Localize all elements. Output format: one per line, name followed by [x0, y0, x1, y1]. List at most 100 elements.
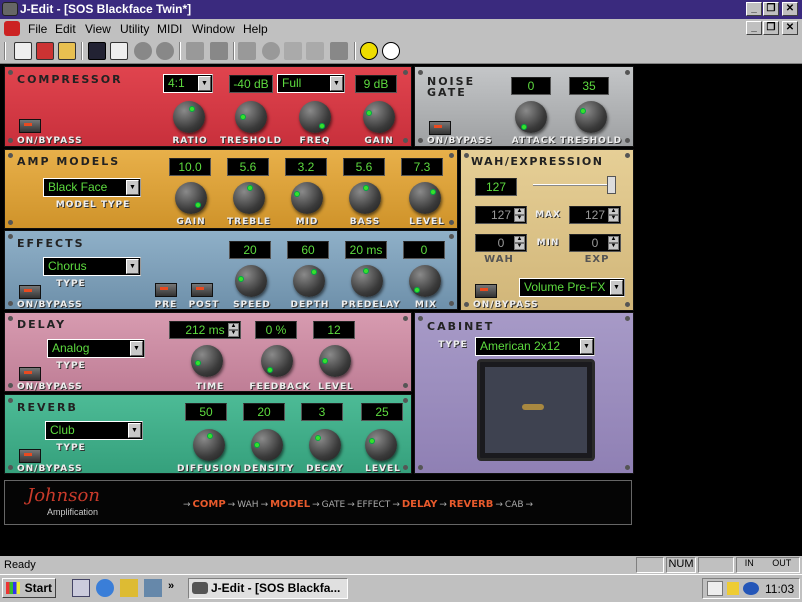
reverb-level-knob[interactable] — [365, 429, 397, 461]
volume-icon[interactable] — [727, 582, 739, 595]
compressor-bypass-switch[interactable] — [19, 119, 41, 133]
reverb-type-dropdown[interactable]: Club ▼ — [45, 421, 143, 440]
new-bank-icon[interactable] — [36, 42, 54, 60]
menu-help[interactable]: Help — [243, 22, 268, 36]
up-arrow-icon[interactable] — [330, 42, 348, 60]
taskbar-jedit-button[interactable]: J-Edit - [SOS Blackfa... — [188, 578, 348, 599]
menu-utility[interactable]: Utility — [120, 22, 149, 36]
predelay-knob[interactable] — [351, 265, 383, 297]
gate-threshold-knob[interactable] — [575, 101, 607, 133]
freq-dropdown[interactable]: Full ▼ — [277, 74, 345, 93]
quicklaunch-star-icon[interactable] — [120, 579, 138, 597]
bass-knob[interactable] — [349, 182, 381, 214]
noise-gate-bypass-switch[interactable] — [429, 121, 451, 135]
mix-knob[interactable] — [409, 265, 441, 297]
chain-item-reverb[interactable]: REVERB — [449, 499, 493, 510]
wah-slider-track[interactable] — [533, 184, 613, 186]
decay-knob[interactable] — [309, 429, 341, 461]
doc-minimize-button[interactable]: _ — [746, 21, 762, 35]
screw-icon — [8, 220, 13, 225]
effects-bypass-switch[interactable] — [19, 285, 41, 299]
doc-icon[interactable] — [4, 21, 20, 36]
effect-type-dropdown[interactable]: Chorus ▼ — [43, 257, 141, 276]
menu-view[interactable]: View — [85, 22, 111, 36]
tuner-icon[interactable] — [284, 42, 302, 60]
restore-button[interactable]: ❐ — [763, 2, 779, 16]
midi-icon[interactable] — [306, 42, 324, 60]
chain-item-wah[interactable]: WAH — [237, 500, 258, 510]
wah-bypass-switch[interactable] — [475, 284, 497, 298]
chain-item-model[interactable]: MODEL — [270, 499, 310, 510]
wah-max-field[interactable]: 127 ▲ ▼ — [475, 206, 527, 224]
copy-icon[interactable] — [186, 42, 204, 60]
treble-knob[interactable] — [233, 182, 265, 214]
menu-midi[interactable]: MIDI — [157, 22, 182, 36]
screw-icon — [625, 302, 630, 307]
exp-min-field[interactable]: 0 ▲ ▼ — [569, 234, 621, 252]
gain-knob[interactable] — [363, 101, 395, 133]
screw-icon — [464, 302, 469, 307]
delay-time-field[interactable]: 212 ms ▲ ▼ — [169, 321, 241, 339]
ratio-knob[interactable] — [173, 101, 205, 133]
density-knob[interactable] — [251, 429, 283, 461]
wah-slider-thumb[interactable] — [607, 176, 616, 194]
reverb-bypass-switch[interactable] — [19, 449, 41, 463]
internet-explorer-icon[interactable] — [96, 579, 114, 597]
clock: 11:03 — [765, 582, 795, 596]
chain-item-comp[interactable]: COMP — [193, 499, 226, 510]
open-folder-icon[interactable] — [58, 42, 76, 60]
delay-level-knob[interactable] — [319, 345, 351, 377]
paste-icon[interactable] — [210, 42, 228, 60]
app-icon[interactable] — [2, 2, 18, 16]
cabinet-type-dropdown[interactable]: American 2x12 ▼ — [475, 337, 595, 356]
speed-knob[interactable] — [235, 265, 267, 297]
post-switch[interactable] — [191, 283, 213, 297]
save-icon[interactable] — [88, 42, 106, 60]
scheduler-icon[interactable] — [707, 581, 723, 596]
freq-knob[interactable] — [299, 101, 331, 133]
menu-window[interactable]: Window — [192, 22, 235, 36]
status-bar: Ready NUM IN OUT — [0, 556, 802, 574]
upload-icon[interactable] — [134, 42, 152, 60]
edit-icon[interactable] — [110, 42, 128, 60]
model-type-dropdown[interactable]: Black Face ▼ — [43, 178, 141, 197]
level-knob[interactable] — [409, 182, 441, 214]
diffusion-knob[interactable] — [193, 429, 225, 461]
chain-item-delay[interactable]: DELAY — [402, 499, 438, 510]
delay-bypass-switch[interactable] — [19, 367, 41, 381]
close-button[interactable]: ✕ — [782, 2, 798, 16]
ratio-dropdown[interactable]: 4:1 ▼ — [163, 74, 213, 93]
amp-gain-knob[interactable] — [175, 182, 207, 214]
pre-switch[interactable] — [155, 283, 177, 297]
disable-icon[interactable] — [262, 42, 280, 60]
chain-item-effect[interactable]: EFFECT — [357, 500, 391, 510]
device-icon[interactable] — [238, 42, 256, 60]
mid-knob[interactable] — [291, 182, 323, 214]
minimize-button[interactable]: _ — [746, 2, 762, 16]
lightning-icon[interactable] — [360, 42, 378, 60]
depth-knob[interactable] — [293, 265, 325, 297]
download-icon[interactable] — [156, 42, 174, 60]
doc-restore-button[interactable]: ❐ — [763, 21, 779, 35]
attack-knob[interactable] — [515, 101, 547, 133]
help-icon[interactable] — [382, 42, 400, 60]
chain-item-cab[interactable]: CAB — [505, 500, 524, 510]
mix-display: 0 — [403, 241, 445, 259]
menu-edit[interactable]: Edit — [55, 22, 76, 36]
menu-file[interactable]: File — [28, 22, 47, 36]
delay-type-dropdown[interactable]: Analog ▼ — [47, 339, 145, 358]
wah-min-field[interactable]: 0 ▲ ▼ — [475, 234, 527, 252]
new-patch-icon[interactable] — [14, 42, 32, 60]
media-icon[interactable] — [743, 582, 759, 595]
quicklaunch-desktop-icon[interactable] — [72, 579, 90, 597]
doc-close-button[interactable]: ✕ — [782, 21, 798, 35]
chain-item-gate[interactable]: GATE — [322, 500, 346, 510]
feedback-knob[interactable] — [261, 345, 293, 377]
threshold-knob[interactable] — [235, 101, 267, 133]
time-knob[interactable] — [191, 345, 223, 377]
wah-mode-dropdown[interactable]: Volume Pre-FX ▼ — [519, 278, 625, 297]
chevron-right-icon[interactable]: » — [168, 580, 174, 592]
quicklaunch-mail-icon[interactable] — [144, 579, 162, 597]
density-display: 20 — [243, 403, 285, 421]
exp-max-field[interactable]: 127 ▲ ▼ — [569, 206, 621, 224]
